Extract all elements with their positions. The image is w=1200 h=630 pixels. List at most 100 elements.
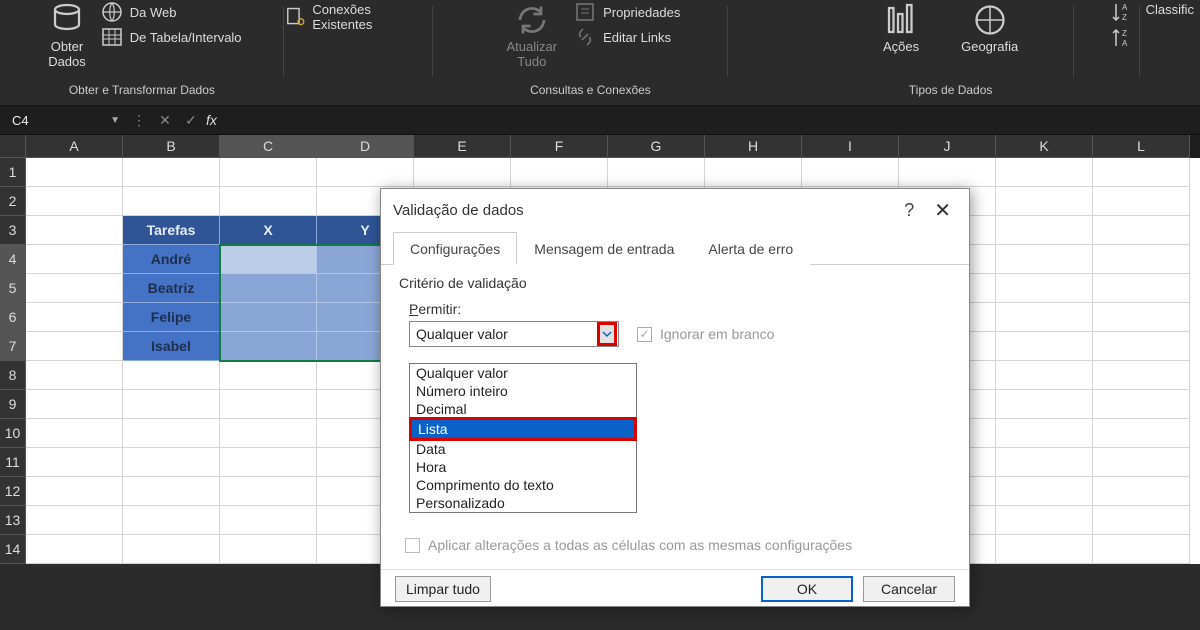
allow-combo[interactable]: Qualquer valor [409, 321, 619, 347]
accept-formula-button[interactable]: ✓ [178, 108, 204, 132]
cell[interactable] [220, 448, 317, 477]
row-header[interactable]: 7 [0, 332, 26, 361]
cell[interactable] [123, 535, 220, 564]
cell[interactable] [317, 158, 414, 187]
col-header[interactable]: E [414, 135, 511, 158]
cell[interactable] [123, 158, 220, 187]
allow-option[interactable]: Número inteiro [410, 382, 636, 400]
clear-all-button[interactable]: Limpar tudo [395, 576, 491, 602]
existing-connections-button[interactable]: Conexões Existentes [284, 2, 428, 32]
cell[interactable] [996, 535, 1093, 564]
cell[interactable] [1093, 332, 1190, 361]
cell[interactable] [1093, 158, 1190, 187]
help-button[interactable]: ? [890, 200, 928, 221]
allow-option[interactable]: Personalizado [410, 494, 636, 512]
select-all-corner[interactable] [0, 135, 26, 158]
row-header[interactable]: 12 [0, 477, 26, 506]
table-row-label[interactable]: Beatriz [123, 274, 220, 303]
cell[interactable] [996, 361, 1093, 390]
sort-button[interactable]: Classific [1140, 0, 1200, 105]
ignore-blank-checkbox[interactable]: ✓ Ignorar em branco [637, 326, 774, 342]
properties-button[interactable]: Propriedades [573, 0, 680, 24]
cell[interactable] [26, 303, 123, 332]
cell[interactable] [26, 216, 123, 245]
dialog-titlebar[interactable]: Validação de dados ? ✕ [381, 189, 969, 231]
cell[interactable] [1093, 477, 1190, 506]
cell[interactable] [996, 332, 1093, 361]
row-header[interactable]: 11 [0, 448, 26, 477]
tab-settings[interactable]: Configurações [393, 232, 517, 265]
table-row-label[interactable]: Isabel [123, 332, 220, 361]
col-header[interactable]: H [705, 135, 802, 158]
cell[interactable] [220, 274, 317, 303]
row-header[interactable]: 4 [0, 245, 26, 274]
cell[interactable] [26, 187, 123, 216]
cell[interactable] [26, 274, 123, 303]
formula-more-button[interactable]: ⋮ [126, 108, 152, 132]
cell[interactable] [1093, 303, 1190, 332]
cell[interactable] [414, 158, 511, 187]
cell[interactable] [220, 506, 317, 535]
cell[interactable] [996, 477, 1093, 506]
formula-input[interactable] [223, 108, 1200, 132]
col-header[interactable]: F [511, 135, 608, 158]
col-header[interactable]: A [26, 135, 123, 158]
col-header[interactable]: L [1093, 135, 1190, 158]
get-data-button[interactable]: Obter Dados [42, 0, 92, 71]
cell[interactable] [1093, 274, 1190, 303]
cell[interactable] [996, 448, 1093, 477]
cell[interactable] [996, 390, 1093, 419]
table-row-label[interactable]: Felipe [123, 303, 220, 332]
cell[interactable] [996, 506, 1093, 535]
cell[interactable] [220, 361, 317, 390]
cell[interactable] [220, 535, 317, 564]
cell[interactable] [220, 477, 317, 506]
cell[interactable] [996, 419, 1093, 448]
cell[interactable] [123, 419, 220, 448]
allow-option-selected[interactable]: Lista [409, 417, 637, 441]
row-header[interactable]: 9 [0, 390, 26, 419]
cell[interactable] [220, 158, 317, 187]
table-header[interactable]: X [220, 216, 317, 245]
row-header[interactable]: 5 [0, 274, 26, 303]
allow-option[interactable]: Hora [410, 458, 636, 476]
row-header[interactable]: 8 [0, 361, 26, 390]
close-button[interactable]: ✕ [928, 198, 957, 223]
cell[interactable] [802, 158, 899, 187]
edit-links-button[interactable]: Editar Links [573, 25, 680, 49]
cell[interactable] [26, 390, 123, 419]
sort-az-button[interactable]: AZ [1110, 0, 1134, 24]
allow-option[interactable]: Data [410, 440, 636, 458]
cell[interactable] [26, 158, 123, 187]
cell[interactable] [123, 448, 220, 477]
col-header[interactable]: K [996, 135, 1093, 158]
ok-button[interactable]: OK [761, 576, 853, 602]
cell[interactable] [26, 361, 123, 390]
refresh-all-button[interactable]: Atualizar Tudo [500, 0, 563, 71]
cell[interactable] [705, 158, 802, 187]
cell[interactable] [1093, 361, 1190, 390]
cell[interactable] [220, 245, 317, 274]
tab-error-alert[interactable]: Alerta de erro [691, 232, 810, 265]
cell[interactable] [220, 390, 317, 419]
cell[interactable] [996, 303, 1093, 332]
cell[interactable] [996, 187, 1093, 216]
from-web-button[interactable]: Da Web [100, 0, 242, 24]
cell[interactable] [220, 187, 317, 216]
cell[interactable] [26, 535, 123, 564]
row-header[interactable]: 14 [0, 535, 26, 564]
col-header[interactable]: D [317, 135, 414, 158]
row-header[interactable]: 1 [0, 158, 26, 187]
cell[interactable] [123, 477, 220, 506]
allow-combo-button[interactable] [597, 322, 617, 346]
cancel-button[interactable]: Cancelar [863, 576, 955, 602]
cell[interactable] [123, 506, 220, 535]
cell[interactable] [1093, 216, 1190, 245]
row-header[interactable]: 2 [0, 187, 26, 216]
col-header[interactable]: J [899, 135, 996, 158]
cell[interactable] [1093, 419, 1190, 448]
cell[interactable] [26, 506, 123, 535]
stocks-button[interactable]: Ações [877, 0, 925, 56]
allow-option[interactable]: Decimal [410, 400, 636, 418]
row-header[interactable]: 10 [0, 419, 26, 448]
